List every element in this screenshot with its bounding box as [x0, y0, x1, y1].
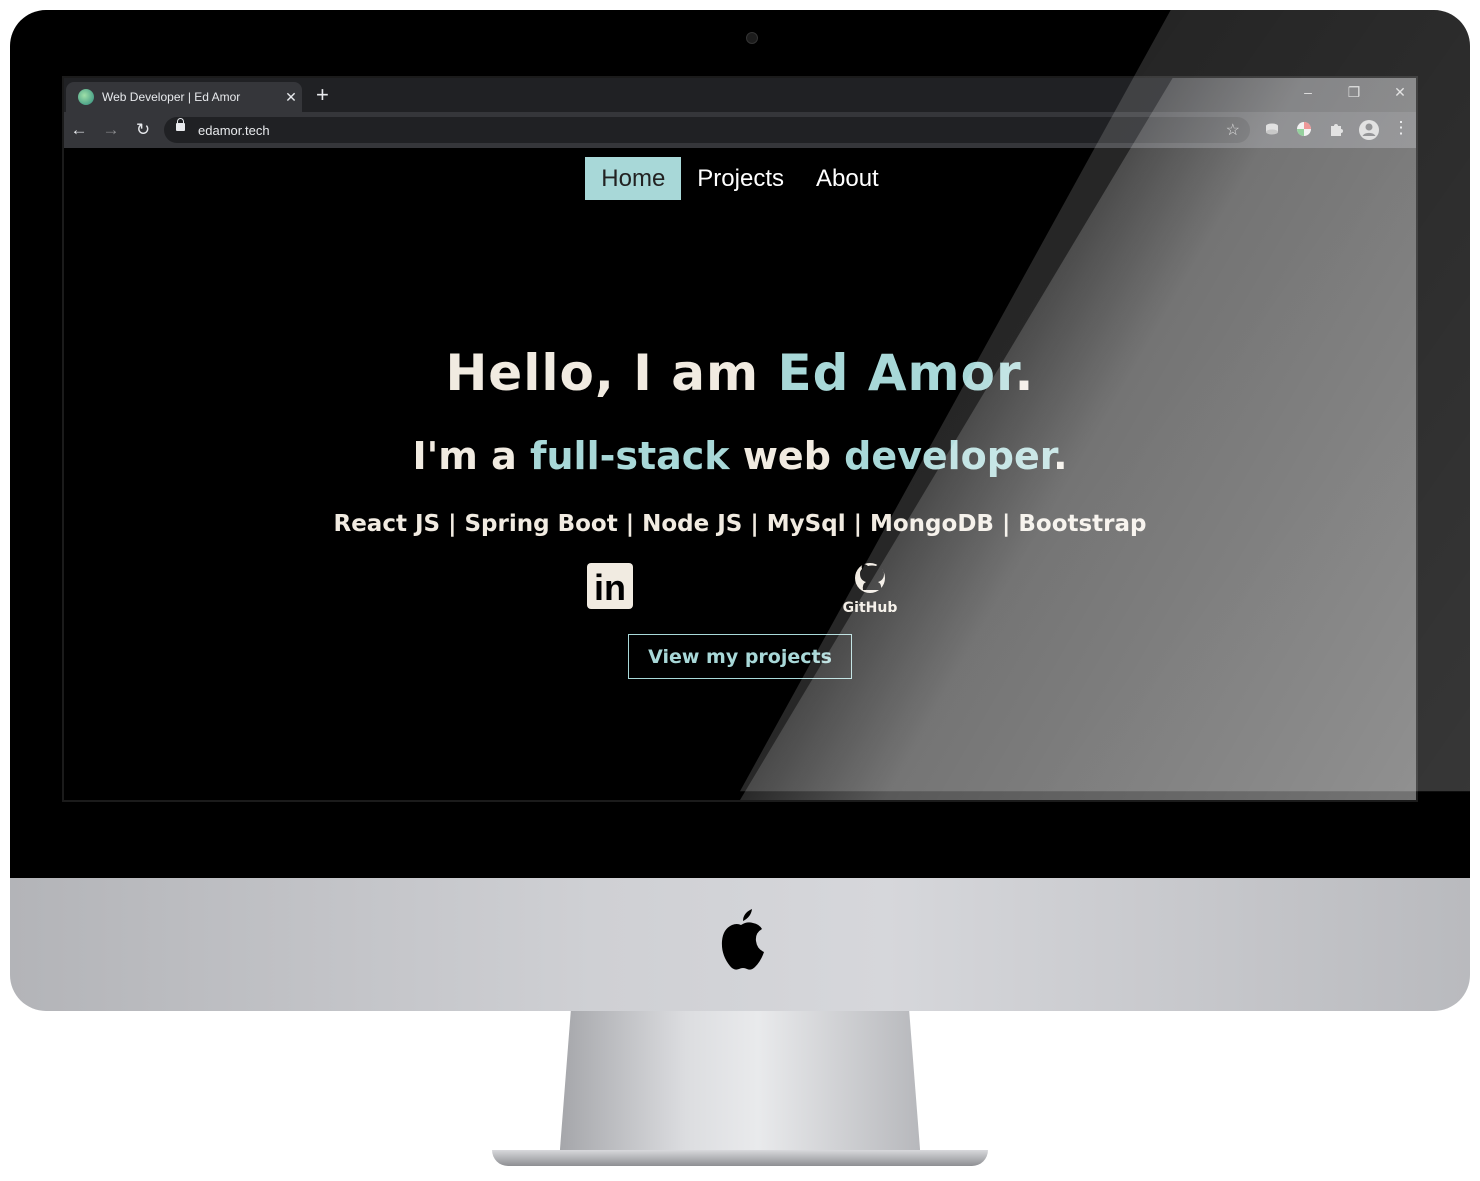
- tab-title: Web Developer | Ed Amor: [102, 90, 241, 104]
- nav-home[interactable]: Home: [585, 157, 682, 200]
- tagline-part-b: full-stack: [529, 434, 730, 478]
- greeting-suffix: .: [1014, 344, 1035, 402]
- back-button[interactable]: ←: [68, 120, 90, 140]
- imac-stand: [560, 1011, 920, 1161]
- greeting-name: Ed Amor: [777, 344, 1015, 402]
- browser-tab[interactable]: Web Developer | Ed Amor ✕: [66, 82, 302, 112]
- github-icon[interactable]: GitHub: [842, 562, 898, 614]
- address-bar[interactable]: edamor.tech ☆: [164, 117, 1250, 143]
- nav-about[interactable]: About: [800, 157, 895, 200]
- imac-stand-base: [492, 1150, 988, 1166]
- restore-button[interactable]: ❐: [1344, 84, 1364, 101]
- forward-button[interactable]: →: [100, 120, 122, 140]
- greeting-prefix: Hello, I am: [445, 344, 778, 402]
- browser-window: Web Developer | Ed Amor ✕ + – ❐ ✕ ← → ↻ …: [62, 76, 1418, 802]
- site-nav: Home Projects About: [64, 157, 1416, 200]
- nav-projects[interactable]: Projects: [681, 157, 800, 200]
- new-tab-button[interactable]: +: [316, 84, 329, 106]
- reload-button[interactable]: ↻: [132, 120, 154, 140]
- extension-color-icon[interactable]: [1296, 121, 1312, 137]
- hero-tagline: I'm a full-stack web developer.: [64, 434, 1416, 478]
- extension-drive-icon[interactable]: [1264, 121, 1280, 137]
- extensions-puzzle-icon[interactable]: [1328, 121, 1344, 137]
- web-page: Home Projects About Hello, I am Ed Amor.…: [64, 148, 1416, 800]
- minimize-button[interactable]: –: [1298, 84, 1318, 100]
- favicon-icon: [78, 89, 94, 105]
- tagline-part-a: I'm a: [412, 434, 530, 478]
- tagline-part-e: .: [1053, 434, 1068, 478]
- hero-greeting: Hello, I am Ed Amor.: [64, 344, 1416, 402]
- camera: [746, 32, 758, 44]
- tab-close-icon[interactable]: ✕: [280, 89, 302, 106]
- bookmark-star-icon[interactable]: ☆: [1226, 120, 1240, 140]
- linkedin-icon[interactable]: in: [586, 562, 634, 610]
- tagline-part-c: web: [729, 434, 845, 478]
- apple-logo-icon: [721, 909, 764, 970]
- tagline-part-d: developer: [844, 434, 1054, 478]
- tab-bar: Web Developer | Ed Amor ✕ + – ❐ ✕: [64, 78, 1416, 112]
- browser-menu-icon[interactable]: ⋮: [1390, 118, 1412, 138]
- url-text: edamor.tech: [198, 123, 270, 138]
- linkedin-text: in: [594, 567, 626, 608]
- lock-icon: [176, 118, 185, 131]
- github-text: GitHub: [843, 600, 898, 614]
- browser-toolbar: ← → ↻ edamor.tech ☆ ⋮: [64, 112, 1416, 148]
- profile-avatar-icon[interactable]: [1358, 119, 1380, 141]
- view-projects-button[interactable]: View my projects: [628, 634, 852, 679]
- skills-list: React JS | Spring Boot | Node JS | MySql…: [333, 511, 1147, 537]
- close-window-button[interactable]: ✕: [1390, 84, 1410, 101]
